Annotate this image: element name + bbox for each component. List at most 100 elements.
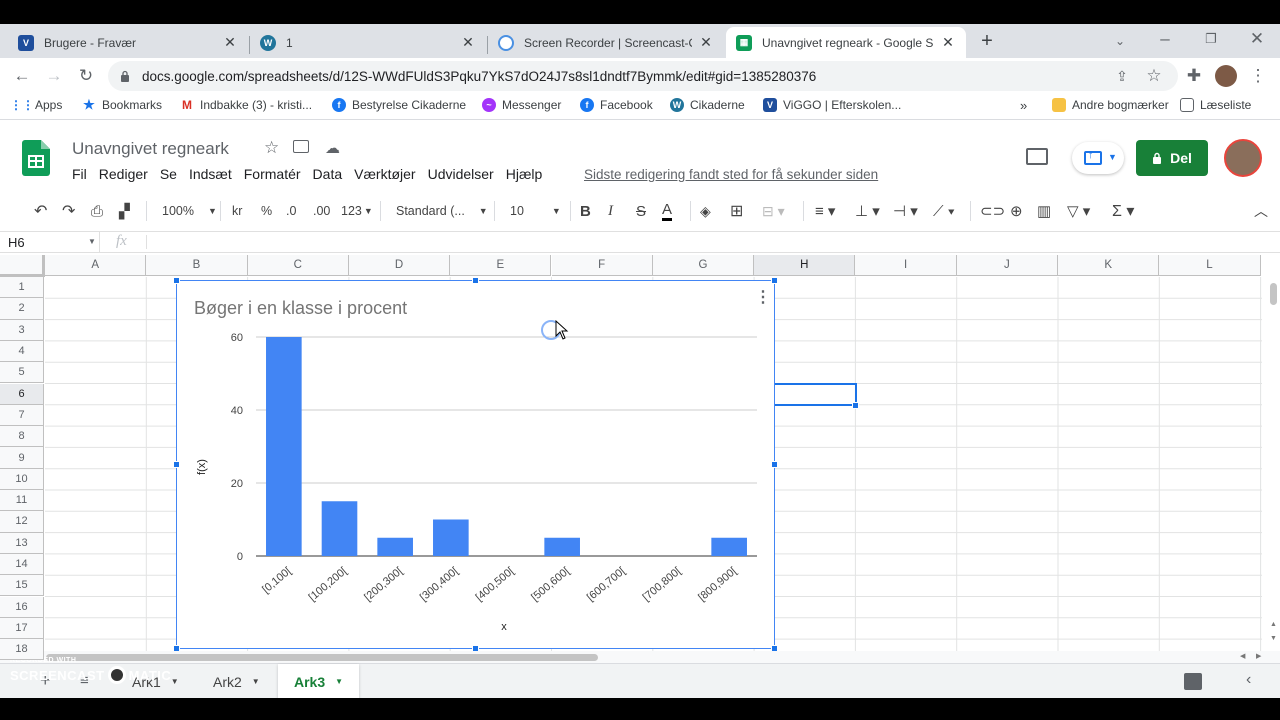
embedded-chart[interactable]: Bøger i en klasse i procent f(x) x 0 20 40… bbox=[173, 277, 778, 652]
decrease-decimals-button[interactable]: .0 bbox=[286, 201, 296, 221]
menu-formater[interactable]: Formatér bbox=[244, 166, 301, 184]
close-tab-icon[interactable]: ✕ bbox=[222, 34, 238, 51]
row-header-12[interactable]: 12 bbox=[0, 511, 44, 533]
close-tab-icon[interactable]: ✕ bbox=[940, 34, 956, 51]
bookmark-gmail[interactable]: M Indbakke (3) - kristi... bbox=[180, 98, 312, 112]
row-header-8[interactable]: 8 bbox=[0, 426, 44, 448]
column-header-e[interactable]: E bbox=[450, 255, 552, 276]
menu-indsaet[interactable]: Indsæt bbox=[189, 166, 232, 184]
name-box[interactable]: H6 ▼ bbox=[0, 232, 100, 252]
row-header-6[interactable]: 6 bbox=[0, 383, 44, 405]
reading-list[interactable]: Læseliste bbox=[1180, 98, 1251, 112]
bookmark-viggo[interactable]: V ViGGO | Efterskolen... bbox=[763, 98, 901, 112]
cloud-status-icon[interactable]: ☁ bbox=[325, 139, 340, 157]
row-header-15[interactable]: 15 bbox=[0, 575, 44, 597]
menu-data[interactable]: Data bbox=[313, 166, 343, 184]
menu-hjaelp[interactable]: Hjælp bbox=[506, 166, 543, 184]
strikethrough-icon[interactable]: S bbox=[636, 201, 646, 221]
fill-handle[interactable] bbox=[852, 402, 859, 409]
column-header-h[interactable]: H bbox=[754, 255, 856, 276]
back-icon[interactable]: ← bbox=[10, 64, 34, 88]
bookmark-apps[interactable]: ⋮⋮ Apps bbox=[10, 98, 62, 112]
column-header-i[interactable]: I bbox=[855, 255, 957, 276]
more-formats-button[interactable]: 123 ▼ bbox=[341, 201, 373, 221]
row-header-9[interactable]: 9 bbox=[0, 447, 44, 469]
column-header-b[interactable]: B bbox=[146, 255, 248, 276]
borders-icon[interactable]: ⊞ bbox=[730, 201, 743, 221]
undo-icon[interactable]: ↶ bbox=[34, 201, 47, 221]
menu-rediger[interactable]: Rediger bbox=[99, 166, 148, 184]
forward-icon[interactable]: → bbox=[42, 64, 66, 88]
bookmark-messenger[interactable]: ~ Messenger bbox=[482, 98, 561, 112]
text-color-icon[interactable]: A bbox=[662, 201, 673, 221]
bold-icon[interactable]: B bbox=[580, 201, 591, 221]
fill-color-icon[interactable]: ◈ bbox=[700, 201, 711, 221]
share-page-icon[interactable]: ⇪ bbox=[1110, 64, 1134, 88]
font-select[interactable]: Standard (... ▼ bbox=[396, 201, 488, 221]
print-icon[interactable]: ⎙ bbox=[91, 201, 103, 221]
address-bar[interactable]: docs.google.com/spreadsheets/d/12S-WWdFU… bbox=[108, 61, 1178, 91]
tab-search-icon[interactable]: ⌄ bbox=[1108, 29, 1132, 53]
bookmark-cikaderne[interactable]: W Cikaderne bbox=[670, 98, 745, 112]
row-header-4[interactable]: 4 bbox=[0, 340, 44, 363]
format-currency-button[interactable]: kr bbox=[232, 201, 242, 221]
row-header-14[interactable]: 14 bbox=[0, 553, 44, 576]
move-folder-icon[interactable] bbox=[293, 140, 309, 153]
explore-icon[interactable] bbox=[1184, 673, 1202, 690]
menu-udvidelser[interactable]: Udvidelser bbox=[428, 166, 494, 184]
column-header-g[interactable]: G bbox=[652, 255, 755, 276]
row-header-3[interactable]: 3 bbox=[0, 319, 44, 341]
italic-icon[interactable]: I bbox=[608, 201, 613, 221]
vertical-scrollbar[interactable]: ▲ ▼ bbox=[1266, 277, 1280, 651]
row-header-7[interactable]: 7 bbox=[0, 404, 44, 427]
text-rotation-icon[interactable]: ⟋ ▾ bbox=[933, 201, 955, 221]
document-title[interactable]: Unavngivet regneark bbox=[72, 139, 229, 159]
sheets-logo-icon[interactable] bbox=[22, 140, 50, 176]
bookmarks-overflow[interactable]: » bbox=[1020, 98, 1027, 113]
browser-tab-screencast[interactable]: Screen Recorder | Screencast-O-M ✕ bbox=[488, 27, 724, 58]
column-header-l[interactable]: L bbox=[1159, 255, 1261, 276]
menu-fil[interactable]: Fil bbox=[72, 166, 87, 184]
row-header-13[interactable]: 13 bbox=[0, 532, 44, 554]
row-header-1[interactable]: 1 bbox=[0, 277, 44, 299]
row-header-17[interactable]: 17 bbox=[0, 617, 44, 640]
resize-handle[interactable] bbox=[771, 461, 778, 468]
column-header-a[interactable]: A bbox=[45, 255, 147, 276]
close-tab-icon[interactable]: ✕ bbox=[460, 34, 476, 51]
select-all-corner[interactable] bbox=[0, 255, 45, 277]
share-button[interactable]: Del bbox=[1136, 140, 1208, 176]
sheet-tab-ark3[interactable]: Ark3 ▼ bbox=[278, 664, 360, 699]
chrome-menu-icon[interactable]: ⋮ bbox=[1246, 64, 1270, 88]
insert-link-icon[interactable]: ⊂⊃ bbox=[980, 201, 1005, 221]
insert-comment-icon[interactable]: ⊕ bbox=[1010, 201, 1023, 221]
browser-tab-brugere[interactable]: V Brugere - Fravær ✕ bbox=[8, 27, 248, 58]
browser-tab-1[interactable]: W 1 ✕ bbox=[250, 27, 486, 58]
last-edit-link[interactable]: Sidste redigering fandt sted for få seku… bbox=[584, 167, 878, 182]
close-window-icon[interactable]: ✕ bbox=[1245, 27, 1269, 51]
row-header-11[interactable]: 11 bbox=[0, 490, 44, 512]
horizontal-scrollbar[interactable]: ◀ ▶ bbox=[0, 651, 1280, 663]
column-header-c[interactable]: C bbox=[247, 255, 349, 276]
increase-decimals-button[interactable]: .00 bbox=[313, 201, 330, 221]
column-header-k[interactable]: K bbox=[1058, 255, 1160, 276]
bookmark-bookmarks[interactable]: ★ Bookmarks bbox=[82, 97, 162, 112]
row-header-16[interactable]: 16 bbox=[0, 596, 44, 618]
other-bookmarks[interactable]: Andre bogmærker bbox=[1052, 98, 1169, 112]
collapse-toolbar-icon[interactable]: ︿ bbox=[1254, 201, 1268, 221]
functions-icon[interactable]: Σ ▾ bbox=[1112, 201, 1134, 221]
vertical-align-icon[interactable]: ⊥ ▾ bbox=[855, 201, 880, 221]
reload-icon[interactable]: ↻ bbox=[74, 64, 98, 88]
column-header-j[interactable]: J bbox=[956, 255, 1058, 276]
row-header-2[interactable]: 2 bbox=[0, 298, 44, 320]
redo-icon[interactable]: ↷ bbox=[62, 201, 75, 221]
insert-chart-icon[interactable]: ▥ bbox=[1037, 201, 1051, 221]
formula-input[interactable] bbox=[152, 232, 1272, 252]
resize-handle[interactable] bbox=[173, 277, 180, 284]
row-header-18[interactable]: 18 bbox=[0, 639, 44, 661]
star-icon[interactable]: ☆ bbox=[264, 138, 279, 158]
bookmark-bestyrelse[interactable]: f Bestyrelse Cikaderne bbox=[332, 98, 466, 112]
text-wrap-icon[interactable]: ⊣ ▾ bbox=[893, 201, 918, 221]
row-header-10[interactable]: 10 bbox=[0, 468, 44, 490]
collapse-side-panel-icon[interactable]: ‹ bbox=[1246, 671, 1251, 689]
close-tab-icon[interactable]: ✕ bbox=[698, 34, 714, 51]
